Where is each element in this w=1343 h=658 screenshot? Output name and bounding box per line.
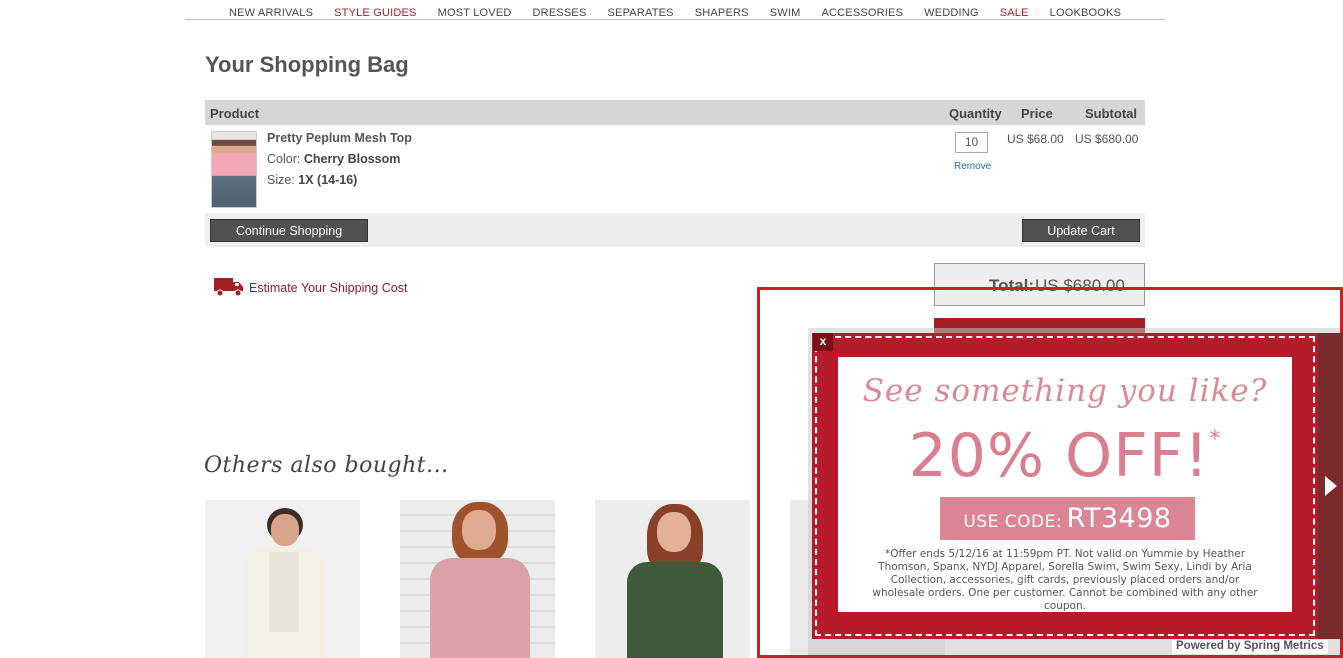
nav-item[interactable]: SEPARATES [608, 7, 674, 19]
code-prefix: USE CODE: [963, 512, 1063, 532]
update-cart-button[interactable]: Update Cart [1022, 219, 1140, 242]
truck-icon [214, 278, 243, 297]
shipping-label: Estimate Your Shipping Cost [249, 281, 408, 295]
offer-text: 20% OFF! [908, 421, 1210, 491]
nav-item[interactable]: LOOKBOOKS [1050, 7, 1122, 19]
recommendations-title: Others also bought... [204, 453, 449, 478]
discount-popup: See something you like? 20% OFF!* USE CO… [812, 333, 1318, 639]
recommended-product-1[interactable] [205, 500, 360, 658]
coupon-code-box: USE CODE: RT3498 [940, 497, 1195, 540]
header-product: Product [210, 106, 260, 121]
cart-table-header: Product Quantity Price Subtotal [205, 100, 1145, 125]
nav-item[interactable]: NEW ARRIVALS [229, 7, 313, 19]
popup-card: See something you like? 20% OFF!* USE CO… [838, 357, 1292, 612]
recommended-product-3[interactable] [595, 500, 750, 658]
nav-item[interactable]: SWIM [770, 7, 801, 19]
item-price: US $68.00 [1007, 132, 1064, 146]
popup-fine-print: *Offer ends 5/12/16 at 11:59pm PT. Not v… [872, 548, 1258, 612]
close-icon[interactable]: x [813, 333, 833, 351]
nav-item[interactable]: WEDDING [924, 7, 979, 19]
item-subtotal: US $680.00 [1075, 132, 1139, 146]
color-label: Color: [267, 152, 301, 166]
powered-by-label: Powered by Spring Metrics [1172, 640, 1328, 654]
header-price: Price [1021, 106, 1053, 121]
nav-item[interactable]: DRESSES [533, 7, 587, 19]
product-name[interactable]: Pretty Peplum Mesh Top [267, 131, 412, 145]
product-size: Size: 1X (14-16) [267, 173, 357, 187]
nav-item[interactable]: STYLE GUIDES [334, 7, 416, 19]
size-value: 1X (14-16) [298, 173, 358, 187]
nav-list: NEW ARRIVALS STYLE GUIDES MOST LOVED DRESSE… [229, 3, 1142, 21]
coupon-code: RT3498 [1066, 503, 1172, 534]
quantity-input[interactable] [955, 132, 988, 153]
recommended-product-2[interactable] [400, 500, 555, 658]
size-label: Size: [267, 173, 295, 187]
page-title: Your Shopping Bag [205, 52, 409, 77]
popup-offer: 20% OFF!* [838, 421, 1292, 491]
continue-shopping-button[interactable]: Continue Shopping [210, 219, 368, 242]
nav-item[interactable]: SHAPERS [695, 7, 749, 19]
cart-item-row: Pretty Peplum Mesh Top Color: Cherry Blo… [205, 125, 1145, 214]
header-subtotal: Subtotal [1085, 106, 1137, 121]
nav-item[interactable]: SALE [1000, 7, 1029, 19]
nav-item[interactable]: MOST LOVED [438, 7, 512, 19]
product-color: Color: Cherry Blossom [267, 152, 400, 166]
cart-actions-bar: Continue Shopping Update Cart [205, 213, 1145, 247]
offer-mark: * [1209, 427, 1222, 452]
popup-headline: See something you like? [862, 373, 1268, 409]
remove-link[interactable]: Remove [954, 161, 991, 172]
header-quantity: Quantity [949, 106, 1002, 121]
next-arrow-icon[interactable] [1325, 476, 1337, 496]
top-nav: NEW ARRIVALS STYLE GUIDES MOST LOVED DRESSE… [185, 0, 1165, 20]
product-thumbnail[interactable] [211, 131, 257, 208]
color-value: Cherry Blossom [303, 152, 401, 166]
nav-item[interactable]: ACCESSORIES [821, 7, 903, 19]
